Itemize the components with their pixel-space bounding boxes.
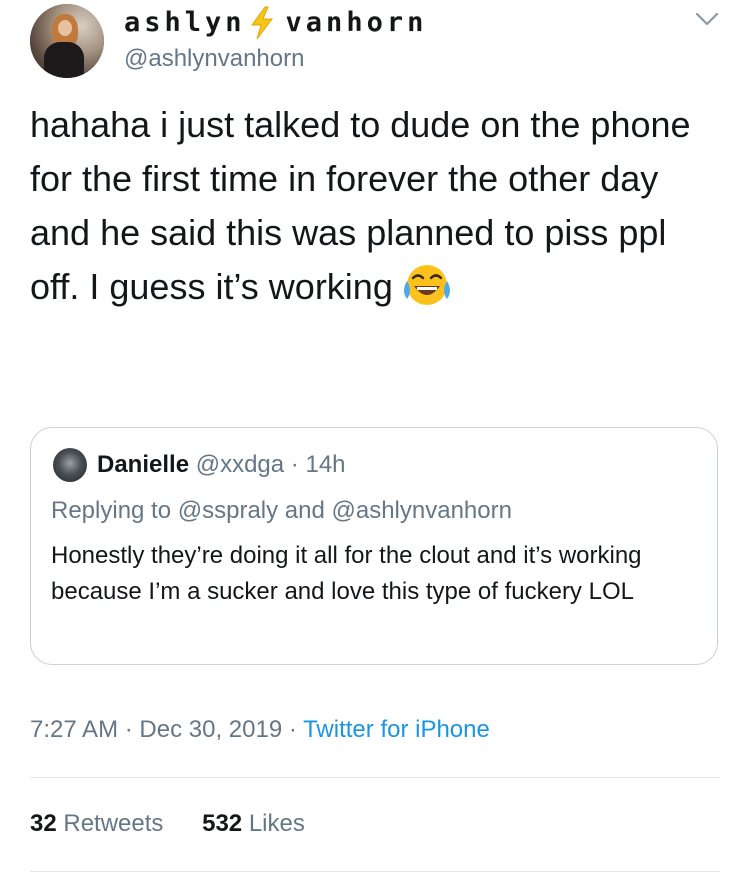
divider xyxy=(30,777,720,778)
quoted-author-handle: @xxdga xyxy=(195,451,285,478)
tweet-stats: 32 Retweets 532 Likes xyxy=(30,806,337,842)
author-handle[interactable]: @ashlynvanhorn xyxy=(124,44,304,74)
chevron-down-icon[interactable] xyxy=(694,8,720,30)
tweet: ashlyn vanhorn @ashlynvanhorn hahaha i j… xyxy=(0,0,750,875)
quoted-separator: · xyxy=(290,451,299,478)
high-voltage-icon xyxy=(250,6,273,40)
quoted-author-name: Danielle xyxy=(97,451,190,478)
likes-stat[interactable]: 532 Likes xyxy=(202,810,305,837)
tweet-text-content: hahaha i just talked to dude on the phon… xyxy=(30,104,691,307)
tweet-source-link[interactable]: Twitter for iPhone xyxy=(303,716,490,743)
quoted-time: 14h xyxy=(305,451,346,478)
divider-bottom xyxy=(30,871,720,872)
tweet-text: hahaha i just talked to dude on the phon… xyxy=(30,98,720,314)
tweet-meta: 7:27 AM · Dec 30, 2019 · Twitter for iPh… xyxy=(30,712,490,748)
retweets-count: 32 xyxy=(30,810,57,837)
quoted-tweet-card[interactable]: Danielle @xxdga · 14h Replying to @sspra… xyxy=(30,427,718,665)
tweet-date[interactable]: Dec 30, 2019 xyxy=(139,716,282,743)
quoted-tweet-text: Honestly they’re doing it all for the cl… xyxy=(51,542,642,605)
meta-separator-2: · xyxy=(288,716,297,743)
author-display-name[interactable]: ashlyn vanhorn xyxy=(124,4,427,42)
display-name-part2: vanhorn xyxy=(285,7,428,38)
author-avatar[interactable] xyxy=(30,4,104,78)
meta-separator-1: · xyxy=(124,716,133,743)
face-with-tears-of-joy-icon xyxy=(403,265,450,305)
retweets-label: Retweets xyxy=(63,810,164,837)
quoted-tweet-header: Danielle @xxdga · 14h xyxy=(97,448,346,482)
retweets-stat[interactable]: 32 Retweets xyxy=(30,810,163,837)
quoted-replying-to: Replying to @sspraly and @ashlynvanhorn xyxy=(51,497,512,524)
tweet-time[interactable]: 7:27 AM xyxy=(30,716,118,743)
display-name-part1: ashlyn xyxy=(124,7,246,38)
quoted-author-avatar xyxy=(53,448,87,482)
likes-count: 532 xyxy=(202,810,243,837)
likes-label: Likes xyxy=(248,810,305,837)
